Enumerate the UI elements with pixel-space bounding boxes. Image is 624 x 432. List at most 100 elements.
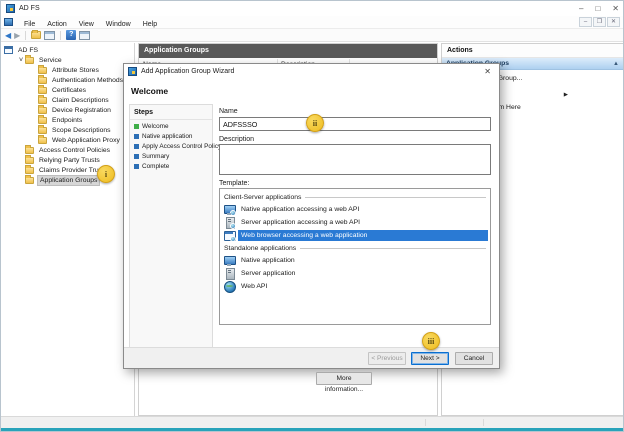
folder-icon — [38, 107, 47, 114]
forward-icon[interactable]: ▶ — [14, 30, 20, 41]
template-group-standalone-applications: Standalone applications — [220, 242, 490, 254]
tree-item-service[interactable]: vService — [2, 55, 134, 65]
folder-icon — [38, 67, 47, 74]
folder-icon — [38, 87, 47, 94]
description-input[interactable] — [219, 144, 491, 175]
annotation-marker-ii: ii — [306, 114, 324, 132]
step-bullet-icon — [134, 124, 139, 129]
folder-icon — [38, 97, 47, 104]
console-tree-icon[interactable] — [44, 31, 55, 40]
status-bar — [1, 416, 623, 428]
add-application-group-wizard-dialog: Add Application Group Wizard ✕ Welcome S… — [123, 63, 500, 369]
wizard-icon — [128, 67, 137, 76]
tree-item-web-application-proxy[interactable]: Web Application Proxy — [2, 135, 134, 145]
template-item-native-application[interactable]: Native application — [220, 254, 490, 267]
more-information-button[interactable]: More information... — [316, 372, 372, 385]
folder-icon — [38, 77, 47, 84]
template-item-server-application-accessing-a-web-api[interactable]: Server application accessing a web API — [220, 216, 490, 229]
menu-help[interactable]: Help — [137, 21, 163, 28]
tree-item-scope-descriptions[interactable]: Scope Descriptions — [2, 125, 134, 135]
menu-file[interactable]: File — [18, 21, 41, 28]
step-bullet-icon — [134, 154, 139, 159]
status-separator — [425, 419, 426, 426]
folder-icon — [38, 127, 47, 134]
child-close-button[interactable]: ✕ — [607, 17, 620, 27]
tree-item-certificates[interactable]: Certificates — [2, 85, 134, 95]
window-bottom-edge — [1, 428, 623, 432]
toolbar: ◀ ▶ ? — [1, 29, 623, 42]
window-icon[interactable] — [79, 31, 90, 40]
folder-icon — [25, 177, 34, 184]
tree-item-label: Scope Descriptions — [50, 126, 113, 135]
tree-item-label: Device Registration — [50, 106, 113, 115]
template-item-server-application[interactable]: Server application — [220, 267, 490, 280]
tree-item-claim-descriptions[interactable]: Claim Descriptions — [2, 95, 134, 105]
wizard-title-bar: Add Application Group Wizard ✕ — [124, 64, 499, 79]
tree-item-device-registration[interactable]: Device Registration — [2, 105, 134, 115]
description-label: Description — [219, 136, 254, 143]
folder-icon[interactable] — [31, 31, 41, 39]
template-group-client-server-applications: Client-Server applications — [220, 191, 490, 203]
console-icon — [4, 18, 13, 26]
status-separator — [483, 419, 484, 426]
wizard-footer: < Previous Next > Cancel — [124, 347, 499, 368]
step-bullet-icon — [134, 144, 139, 149]
step-label: Welcome — [142, 123, 169, 130]
wizard-step-apply-access-control-policy[interactable]: Apply Access Control Policy — [130, 140, 212, 150]
cancel-button[interactable]: Cancel — [455, 352, 493, 365]
close-button[interactable]: ✕ — [612, 2, 619, 15]
back-icon[interactable]: ◀ — [5, 30, 11, 41]
tree-item-endpoints[interactable]: Endpoints — [2, 115, 134, 125]
minimize-button[interactable]: – — [579, 2, 583, 15]
wizard-close-icon[interactable]: ✕ — [480, 67, 495, 76]
tree-item-label: Authentication Methods — [50, 76, 125, 85]
maximize-button[interactable]: □ — [595, 2, 600, 15]
folder-icon — [38, 137, 47, 144]
wizard-step-welcome[interactable]: Welcome — [130, 120, 212, 130]
toolbar-separator — [25, 31, 26, 40]
wizard-step-native-application[interactable]: Native application — [130, 130, 212, 140]
toolbar-separator — [60, 31, 61, 40]
folder-icon — [25, 57, 34, 64]
template-item-label: Native application — [238, 255, 298, 266]
tree-item-label: Application Groups — [37, 175, 100, 186]
template-item-web-api[interactable]: Web API — [220, 280, 490, 293]
tree-item-relying-party-trusts[interactable]: Relying Party Trusts — [2, 155, 134, 165]
wizard-heading: Welcome — [131, 86, 168, 96]
wizard-step-complete[interactable]: Complete — [130, 160, 212, 170]
tree-item-access-control-policies[interactable]: Access Control Policies — [2, 145, 134, 155]
help-icon[interactable]: ? — [66, 30, 76, 40]
server-app-web-api-icon — [224, 217, 235, 228]
tree-item-authentication-methods[interactable]: Authentication Methods — [2, 75, 134, 85]
submenu-arrow-icon: ▶ — [564, 89, 568, 101]
name-input[interactable] — [219, 117, 491, 131]
tree-item-label: Web Application Proxy — [50, 136, 122, 145]
annotation-marker-i: i — [97, 165, 115, 183]
console-root-icon — [4, 46, 13, 54]
next-button[interactable]: Next > — [411, 352, 449, 365]
template-list: Client-Server applicationsNative applica… — [219, 188, 491, 325]
template-item-label: Web API — [238, 281, 270, 292]
template-item-native-application-accessing-a-web-api[interactable]: Native application accessing a web API — [220, 203, 490, 216]
collapse-arrow-icon[interactable]: ▲ — [613, 61, 619, 67]
menu-window[interactable]: Window — [100, 21, 137, 28]
step-label: Native application — [142, 133, 192, 140]
child-restore-button[interactable]: ❐ — [593, 17, 606, 27]
template-group-label: Standalone applications — [224, 245, 296, 252]
tree-item-label: Endpoints — [50, 116, 84, 125]
previous-button[interactable]: < Previous — [368, 352, 406, 365]
folder-icon — [25, 147, 34, 154]
wizard-step-summary[interactable]: Summary — [130, 150, 212, 160]
template-item-web-browser-accessing-a-web-application[interactable]: Web browser accessing a web application — [220, 229, 490, 242]
folder-icon — [38, 117, 47, 124]
child-minimize-button[interactable]: – — [579, 17, 592, 27]
tree-item-label: Relying Party Trusts — [37, 156, 102, 165]
step-label: Summary — [142, 153, 169, 160]
menu-action[interactable]: Action — [41, 21, 72, 28]
tree-item-ad-fs[interactable]: AD FS — [2, 45, 134, 55]
menu-view[interactable]: View — [73, 21, 100, 28]
center-pane-header: Application Groups — [139, 44, 437, 58]
web-api-icon — [224, 281, 235, 292]
tree-item-attribute-stores[interactable]: Attribute Stores — [2, 65, 134, 75]
steps-header: Steps — [130, 105, 212, 120]
